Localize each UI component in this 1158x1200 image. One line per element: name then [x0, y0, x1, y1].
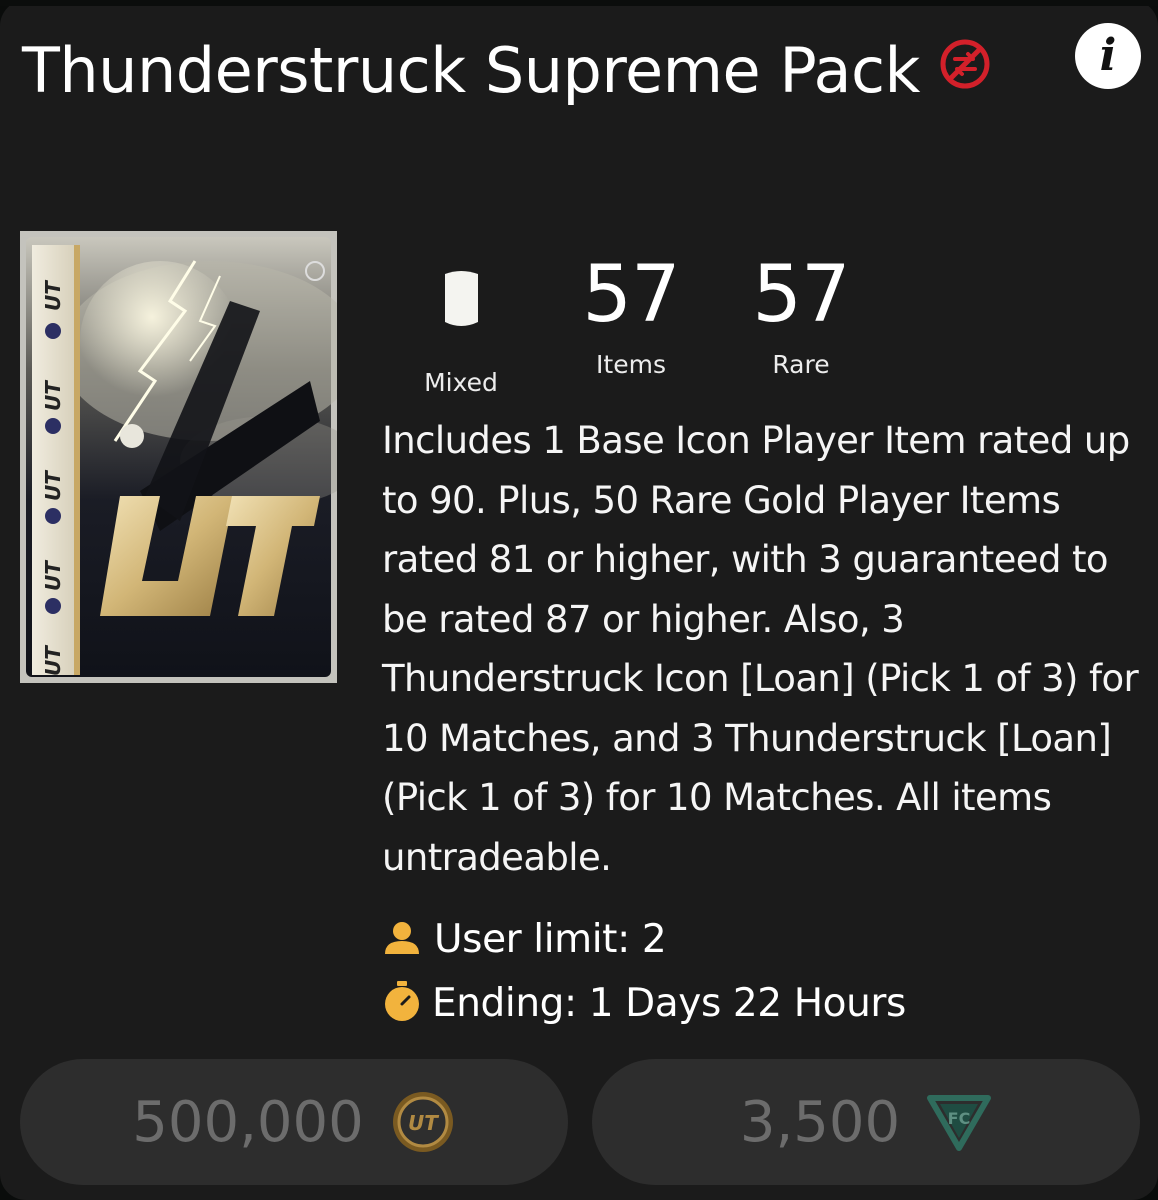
ending-text: Ending: 1 Days 22 Hours: [432, 981, 906, 1026]
stat-mixed: Mixed: [381, 250, 541, 400]
svg-text:UT: UT: [41, 280, 65, 311]
stat-label: Rare: [772, 350, 830, 379]
pack-description: Includes 1 Base Icon Player Item rated u…: [382, 419, 1139, 879]
untradeable-icon: [938, 23, 992, 117]
pack-image: UT UT UT UT UT: [20, 231, 337, 683]
stat-label: Items: [596, 350, 666, 379]
pack-title: Thunderstruck Supreme Pack: [22, 24, 1022, 118]
stat-rare: 57 Rare: [721, 250, 881, 382]
svg-text:UT: UT: [408, 1111, 439, 1135]
buy-with-points-button[interactable]: 3,500 FC: [592, 1059, 1140, 1185]
stat-rare-value: 57: [752, 250, 850, 340]
pack-title-text: Thunderstruck Supreme Pack: [22, 34, 920, 107]
pack-detail-panel: Thunderstruck Supreme Pack i UT UT UT UT…: [0, 0, 1158, 1200]
stat-items: 57 Items: [551, 250, 711, 382]
shield-icon: [444, 271, 478, 326]
points-price: 3,500: [739, 1089, 901, 1155]
stat-label: Mixed: [424, 368, 498, 397]
svg-text:UT: UT: [41, 380, 65, 411]
user-limit-text: User limit: 2: [434, 917, 667, 962]
buy-with-coins-button[interactable]: 500,000 UT: [20, 1059, 568, 1185]
svg-text:UT: UT: [41, 470, 65, 501]
user-limit: User limit: 2: [382, 916, 667, 964]
user-icon: [385, 921, 419, 954]
stopwatch-icon: [385, 980, 419, 1021]
svg-text:FC: FC: [948, 1109, 971, 1128]
frame-edge: [0, 0, 1158, 6]
fc-points-icon: FC: [927, 1095, 992, 1151]
stat-mixed-value: [381, 268, 541, 358]
svg-text:UT: UT: [41, 560, 65, 591]
coins-price: 500,000: [132, 1089, 364, 1155]
stat-items-value: 57: [582, 250, 680, 340]
ending-time: Ending: 1 Days 22 Hours: [382, 980, 906, 1028]
svg-text:UT: UT: [41, 645, 65, 676]
info-icon[interactable]: i: [1075, 23, 1141, 89]
coins-icon: UT: [392, 1092, 453, 1152]
